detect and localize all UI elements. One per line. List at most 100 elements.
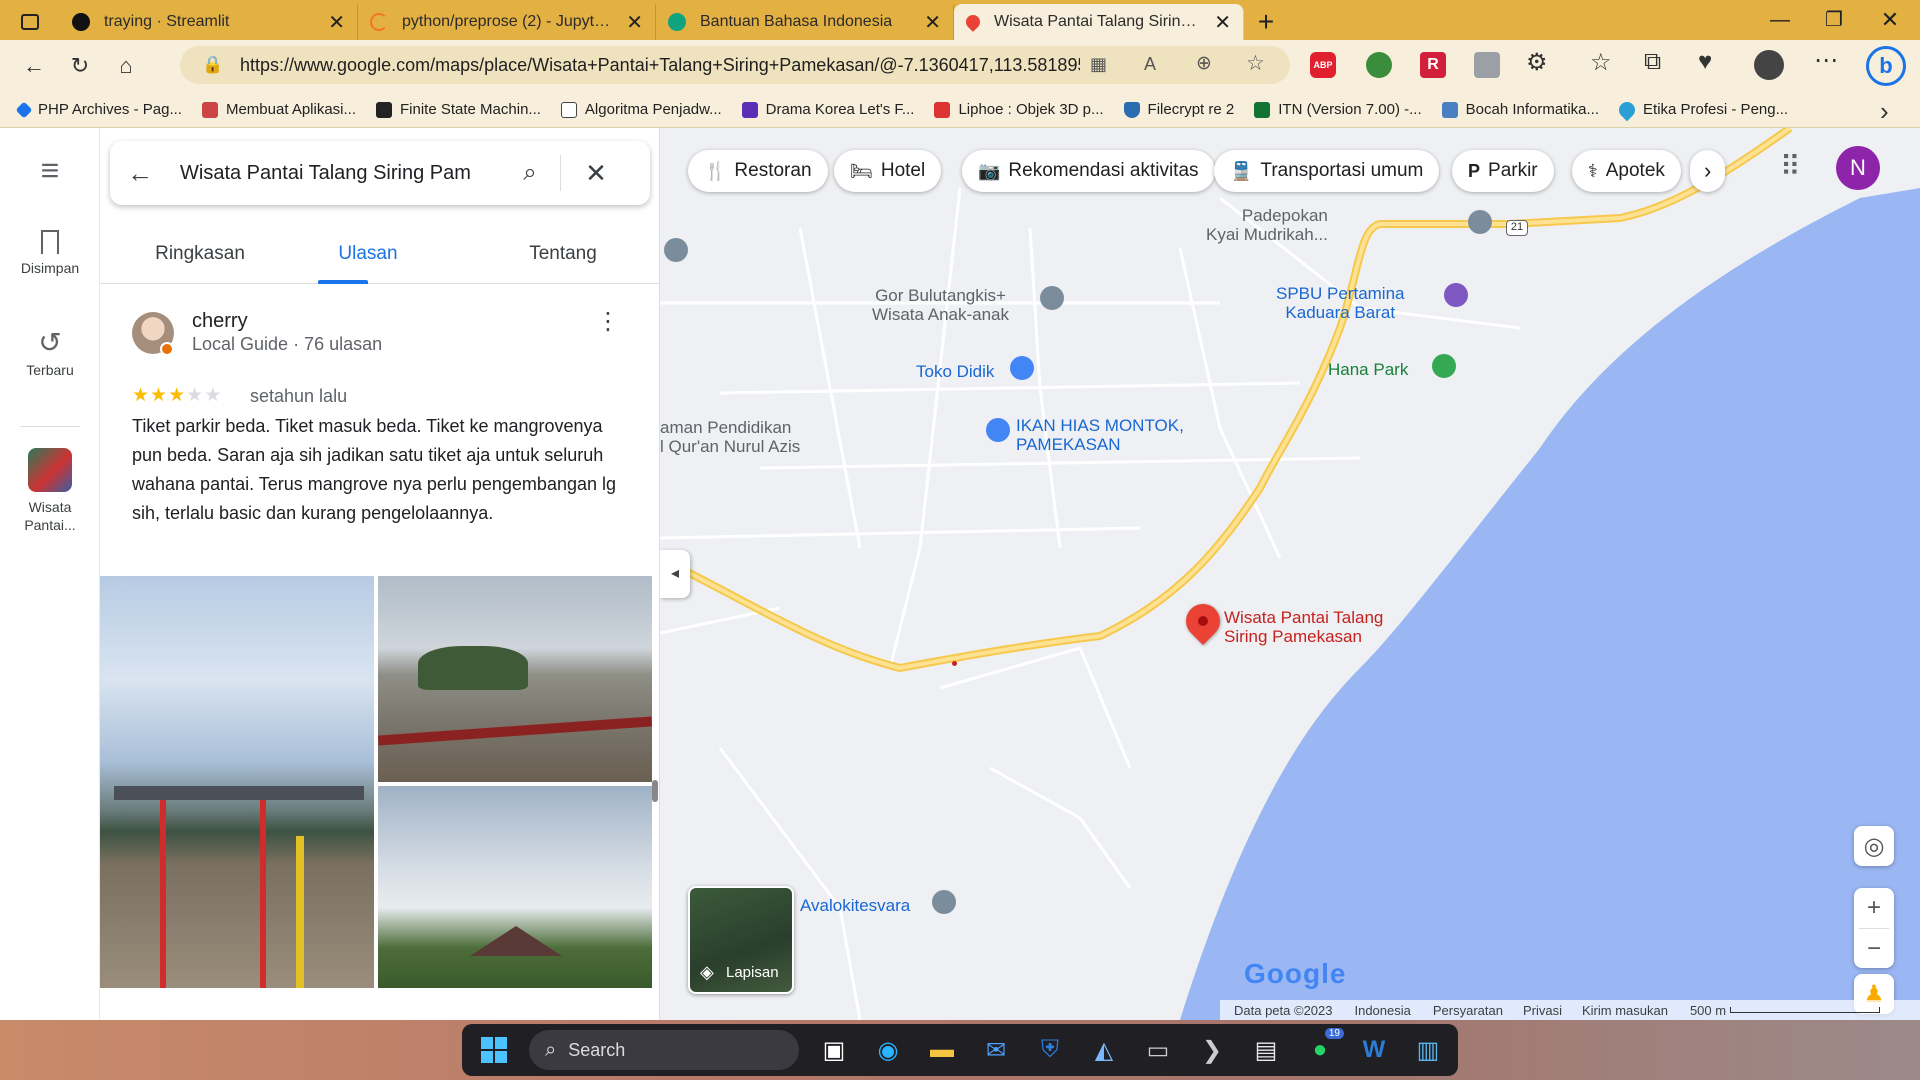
chip-restoran[interactable]: 🍴 Restoran: [688, 150, 828, 192]
collections-icon[interactable]: ⧉: [1644, 48, 1661, 76]
bookmark[interactable]: Etika Profesi - Peng...: [1615, 98, 1788, 121]
tab-bahasa[interactable]: Bantuan Bahasa Indonesia ✕: [656, 4, 954, 40]
close-tab-icon[interactable]: ✕: [328, 10, 345, 35]
close-window-icon[interactable]: ✕: [1870, 2, 1910, 38]
review-author[interactable]: cherry: [192, 310, 248, 333]
performance-icon[interactable]: ♥: [1698, 48, 1712, 76]
close-tab-icon[interactable]: ✕: [924, 10, 941, 35]
bookmark[interactable]: Membuat Aplikasi...: [201, 101, 356, 118]
footer-country[interactable]: Indonesia: [1354, 1003, 1410, 1018]
poi-hana-park[interactable]: Hana Park: [1328, 360, 1408, 379]
mail-icon[interactable]: ✉: [976, 1030, 1016, 1070]
search-icon[interactable]: ⌕: [500, 159, 560, 187]
layers-button[interactable]: ◈ Lapisan: [688, 886, 794, 994]
new-tab-button[interactable]: +: [1244, 4, 1288, 40]
file-explorer-icon[interactable]: ▬: [922, 1030, 962, 1070]
scale-label[interactable]: 500 m: [1690, 1003, 1726, 1018]
tab-actions-icon[interactable]: [0, 4, 60, 40]
poi-gor[interactable]: Gor Bulutangkis+ Wisata Anak-anak: [872, 286, 1009, 324]
windows-start-icon[interactable]: [474, 1030, 514, 1070]
chip-parkir[interactable]: P Parkir: [1452, 150, 1554, 192]
my-location-button[interactable]: ◎: [1854, 826, 1894, 866]
close-icon[interactable]: ✕: [561, 158, 631, 189]
poi-padepokan[interactable]: Padepokan Kyai Mudrikah...: [1206, 206, 1328, 244]
collapse-panel-button[interactable]: ◂: [660, 550, 690, 598]
recent-button[interactable]: ↺ Terbaru: [0, 328, 100, 379]
terminal-icon[interactable]: ▭: [1138, 1030, 1178, 1070]
bookmark[interactable]: Finite State Machin...: [376, 101, 541, 118]
menu-icon[interactable]: ≡: [0, 152, 100, 189]
search-input[interactable]: [180, 161, 500, 185]
defender-icon[interactable]: ⛨: [1030, 1030, 1070, 1070]
back-arrow-icon[interactable]: ←: [110, 158, 170, 189]
close-tab-icon[interactable]: ✕: [1214, 10, 1231, 35]
powershell-icon[interactable]: ❯: [1192, 1030, 1232, 1070]
footer-terms[interactable]: Persyaratan: [1433, 1003, 1503, 1018]
home-icon[interactable]: ⌂: [104, 46, 148, 86]
extension-r-icon[interactable]: R: [1420, 52, 1446, 78]
chip-hotel[interactable]: 🛏 Hotel: [834, 150, 942, 192]
bookmark[interactable]: Drama Korea Let's F...: [741, 101, 914, 118]
reload-icon[interactable]: ↻: [58, 46, 102, 86]
tab-maps[interactable]: Wisata Pantai Talang Siring Pame ✕: [954, 4, 1244, 40]
edge-icon[interactable]: ◉: [868, 1030, 908, 1070]
recent-place-button[interactable]: Wisata Pantai...: [0, 448, 100, 534]
poi-taman-pendidikan[interactable]: aman Pendidikan l Qur'an Nurul Azis: [660, 418, 800, 456]
bookmark[interactable]: ITN (Version 7.00) -...: [1254, 101, 1422, 118]
zoom-out-button[interactable]: −: [1854, 929, 1894, 968]
address-bar[interactable]: 🔒 https://www.google.com/maps/place/Wisa…: [180, 46, 1290, 84]
extensions-icon[interactable]: ⚙: [1526, 48, 1548, 77]
adblock-icon[interactable]: ABP: [1310, 52, 1336, 78]
more-options-icon[interactable]: ⋮: [596, 310, 620, 334]
read-aloud-icon[interactable]: A: [1144, 54, 1156, 75]
map-canvas[interactable]: 🍴 Restoran 🛏 Hotel 📷 Rekomendasi aktivitas …: [660, 128, 1920, 1020]
place-marker-label[interactable]: Wisata Pantai Talang Siring Pamekasan: [1224, 608, 1383, 646]
bookmark[interactable]: PHP Archives - Pag...: [15, 101, 182, 118]
bing-icon[interactable]: b: [1866, 46, 1906, 86]
favorites-icon[interactable]: ☆: [1590, 48, 1612, 77]
tab-ulasan[interactable]: Ulasan: [318, 228, 418, 284]
restore-icon[interactable]: ❐: [1814, 2, 1854, 38]
chips-next-button[interactable]: ›: [1690, 150, 1726, 192]
tab-ringkasan[interactable]: Ringkasan: [130, 228, 270, 284]
extension-gray-icon[interactable]: [1474, 52, 1500, 78]
whatsapp-icon[interactable]: ● 19: [1300, 1028, 1344, 1070]
taskbar-search[interactable]: ⌕ Search: [529, 1030, 799, 1070]
poi-avalokitesvara[interactable]: Avalokitesvara: [800, 896, 910, 915]
chip-rekomendasi-aktivitas[interactable]: 📷 Rekomendasi aktivitas: [962, 150, 1215, 192]
bookmark[interactable]: Algoritma Penjadw...: [560, 101, 722, 118]
review-photo-gazebo[interactable]: [378, 786, 652, 988]
footer-privacy[interactable]: Privasi: [1523, 1003, 1562, 1018]
document-icon[interactable]: ▤: [1246, 1030, 1286, 1070]
apps-grid-icon[interactable]: ⠿: [1780, 150, 1801, 183]
poi-spbu[interactable]: SPBU Pertamina Kaduara Barat: [1276, 284, 1405, 322]
photos-icon[interactable]: ◭: [1084, 1030, 1124, 1070]
zoom-in-button[interactable]: +: [1854, 888, 1894, 928]
footer-feedback[interactable]: Kirim masukan: [1582, 1003, 1668, 1018]
tab-jupyter[interactable]: python/preprose (2) - JupyterLab ✕: [358, 4, 656, 40]
tab-tentang[interactable]: Tentang: [508, 228, 618, 284]
bookmark[interactable]: Bocah Informatika...: [1441, 101, 1599, 118]
task-view-icon[interactable]: ▣: [814, 1030, 854, 1070]
bookmark[interactable]: Filecrypt re 2: [1123, 101, 1234, 118]
poi-toko-didik[interactable]: Toko Didik: [916, 362, 994, 381]
bookmark[interactable]: Liphoe : Objek 3D p...: [934, 101, 1104, 118]
notepad-icon[interactable]: ▥: [1408, 1030, 1448, 1070]
tab-streamlit[interactable]: traying · Streamlit ✕: [60, 4, 358, 40]
account-avatar[interactable]: N: [1836, 146, 1880, 190]
word-icon[interactable]: W: [1354, 1030, 1394, 1070]
close-tab-icon[interactable]: ✕: [626, 10, 643, 35]
minimize-icon[interactable]: —: [1760, 2, 1800, 38]
more-bookmarks-icon[interactable]: ›: [1880, 96, 1889, 127]
extension-globe-icon[interactable]: [1366, 52, 1392, 78]
panel-scrollbar[interactable]: [652, 780, 658, 802]
back-icon[interactable]: ←: [12, 46, 56, 86]
saved-button[interactable]: Disimpan: [0, 230, 100, 276]
profile-avatar[interactable]: [1754, 50, 1784, 80]
chip-transportasi-umum[interactable]: 🚆 Transportasi umum: [1214, 150, 1440, 192]
review-photo-pier[interactable]: [100, 576, 374, 988]
poi-ikan-hias[interactable]: IKAN HIAS MONTOK, PAMEKASAN: [1016, 416, 1184, 454]
chip-apotek[interactable]: ⚕ Apotek: [1572, 150, 1681, 192]
app-available-icon[interactable]: ▦: [1090, 54, 1107, 75]
favorite-star-icon[interactable]: ☆: [1246, 51, 1265, 76]
